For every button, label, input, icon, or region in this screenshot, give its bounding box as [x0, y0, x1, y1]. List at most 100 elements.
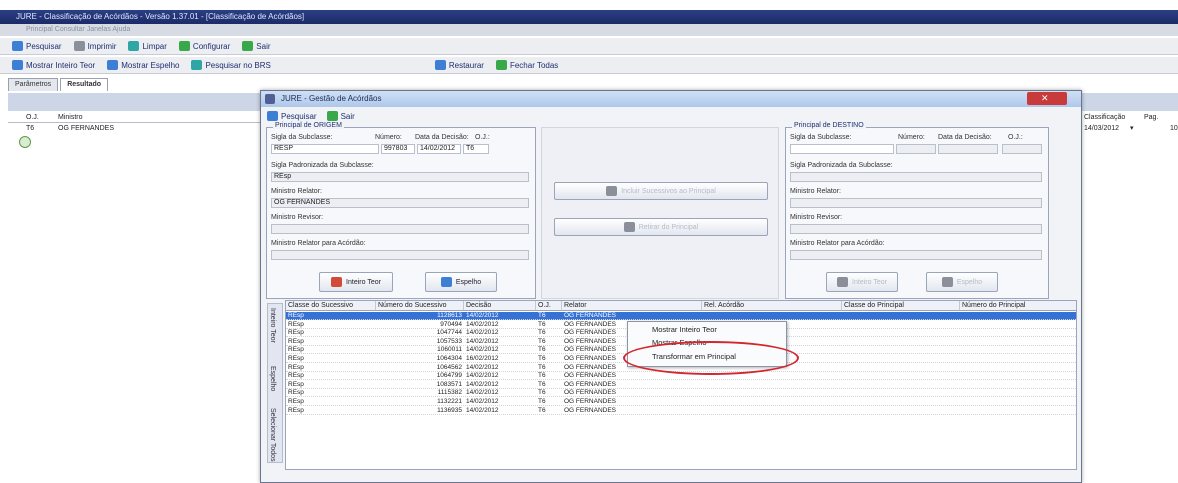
column-pag[interactable]: Pag.	[1144, 113, 1158, 123]
column-numero-sucessivo[interactable]: Número do Sucessivo	[376, 301, 464, 311]
table-row[interactable]: REsp 1115382 14/02/2012 T6 OG FERNANDES	[286, 389, 1076, 398]
cell-relator: OG FERNANDES	[564, 380, 617, 388]
dest-relator-acordao-select[interactable]	[790, 250, 1042, 260]
cell-decisao: 14/02/2012	[466, 329, 499, 337]
table-row[interactable]: REsp 1136935 14/02/2012 T6 OG FERNANDES	[286, 407, 1076, 415]
relator-acordao-select[interactable]	[271, 250, 529, 260]
cell-classe: REsp	[288, 398, 304, 405]
revisor-select[interactable]	[271, 224, 529, 234]
dest-relator-select[interactable]	[790, 198, 1042, 208]
chevron-down-icon[interactable]: ▾	[1130, 124, 1134, 135]
relator-label: Ministro Relator:	[271, 188, 322, 195]
data-field[interactable]: 14/02/2012	[417, 144, 461, 154]
dialog-sair-button[interactable]: Sair	[326, 111, 355, 121]
close-button[interactable]: ✕	[1027, 92, 1067, 105]
gear-icon	[178, 41, 190, 51]
sair-button[interactable]: Sair	[242, 41, 271, 51]
numero-label: Número:	[375, 134, 402, 141]
sigla-select[interactable]: RESP	[271, 144, 379, 154]
table-row[interactable]: REsp 1132221 14/02/2012 T6 OG FERNANDES	[286, 398, 1076, 406]
dest-revisor-select[interactable]	[790, 224, 1042, 234]
table-row[interactable]: REsp 1128613 14/02/2012 T6 OG FERNANDES	[286, 312, 1076, 320]
cell-numero: 1115382	[437, 389, 462, 397]
relator-select[interactable]: OG FERNANDES	[271, 198, 529, 208]
column-rel-acordao[interactable]: Rel. Acórdão	[702, 301, 842, 311]
incluir-sucessivos-button[interactable]: Incluir Sucessivos ao Principal	[554, 182, 768, 200]
cell-decisao: 14/02/2012	[466, 372, 499, 380]
cell-decisao: 14/02/2012	[466, 398, 499, 405]
cell-classe: REsp	[288, 329, 304, 337]
dest-sigla-padronizada-select[interactable]	[790, 172, 1042, 182]
limpar-button[interactable]: Limpar	[128, 41, 167, 51]
fechar-todas-button[interactable]: Fechar Todas	[495, 60, 558, 70]
sigla-padronizada-label: Sigla Padronizada da Subclasse:	[790, 162, 893, 169]
tab-resultado[interactable]: Resultado	[60, 77, 109, 91]
table-row[interactable]: REsp 1083571 14/02/2012 T6 OG FERNANDES	[286, 381, 1076, 389]
sigla-padronizada-select[interactable]: REsp	[271, 172, 529, 182]
cell-decisao: 14/02/2012	[466, 406, 499, 414]
cell-classe: REsp	[288, 337, 304, 345]
dest-sigla-select[interactable]	[790, 144, 894, 154]
mirror-icon	[941, 277, 953, 287]
mostrar-espelho-button[interactable]: Mostrar Espelho	[107, 60, 179, 70]
cell-relator: OG FERNANDES	[564, 312, 617, 319]
cell-numero: 1064562	[436, 363, 462, 371]
revisor-label: Ministro Revisor:	[271, 214, 324, 221]
cell-oj: T6	[538, 346, 546, 354]
tab-parametros[interactable]: Parâmetros	[8, 77, 59, 91]
cell-numero: 1057533	[436, 337, 462, 345]
sigla-label: Sigla da Subclasse:	[271, 134, 333, 141]
column-classe-sucessivo[interactable]: Classe do Sucessivo	[286, 301, 376, 311]
cell-classe: REsp	[288, 346, 304, 354]
dest-inteiro-teor-button[interactable]: Inteiro Teor	[826, 272, 898, 292]
relator-acordao-label: Ministro Relator para Acórdão:	[790, 240, 885, 247]
mostrar-inteiro-teor-button[interactable]: Mostrar Inteiro Teor	[12, 60, 95, 70]
column-classe-principal[interactable]: Classe do Principal	[842, 301, 960, 311]
pesquisar-button[interactable]: Pesquisar	[12, 41, 62, 51]
cell-classe: REsp	[288, 312, 304, 319]
right-grid-row[interactable]: 14/03/2012 ▾ 10	[1082, 124, 1178, 135]
origin-espelho-button[interactable]: Espelho	[425, 272, 497, 292]
dest-oj-field[interactable]	[1002, 144, 1042, 154]
cell-classe: REsp	[288, 372, 304, 380]
side-selecionar-todos-button[interactable]: Selecionar Todos	[269, 408, 276, 462]
cell-oj: T6	[538, 320, 546, 328]
column-classificacao[interactable]: Classificação	[1084, 113, 1125, 123]
configurar-button[interactable]: Configurar	[178, 41, 230, 51]
dest-data-field[interactable]	[938, 144, 998, 154]
close-all-icon	[495, 60, 507, 70]
column-oj[interactable]: O.J.	[536, 301, 562, 311]
side-inteiro-teor-button[interactable]: Inteiro Teor	[269, 308, 276, 343]
pdf-icon	[837, 277, 849, 287]
cell-relator: OG FERNANDES	[564, 389, 617, 397]
dest-espelho-button[interactable]: Espelho	[926, 272, 998, 292]
cell-classe: REsp	[288, 320, 304, 328]
side-espelho-button[interactable]: Espelho	[269, 366, 276, 391]
restaurar-button[interactable]: Restaurar	[434, 60, 484, 70]
menu-item-mostrar-inteiro-teor[interactable]: Mostrar Inteiro Teor	[652, 325, 717, 334]
numero-field[interactable]: 997803	[381, 144, 415, 154]
cell-relator: OG FERNANDES	[564, 406, 617, 414]
pesquisar-brs-button[interactable]: Pesquisar no BRS	[191, 60, 271, 70]
cell-oj: T6	[538, 312, 546, 319]
revisor-label: Ministro Revisor:	[790, 214, 843, 221]
column-decisao[interactable]: Decisão	[464, 301, 536, 311]
retirar-principal-button[interactable]: Retirar do Principal	[554, 218, 768, 236]
column-numero-principal[interactable]: Número do Principal	[960, 301, 1076, 311]
row-expand-icon[interactable]	[19, 136, 31, 148]
imprimir-button[interactable]: Imprimir	[73, 41, 116, 51]
main-menu-bar[interactable]: Principal Consultar Janelas Ajuda	[0, 24, 1178, 36]
column-oj[interactable]: O.J.	[26, 113, 39, 122]
column-ministro[interactable]: Ministro	[58, 113, 83, 122]
cell-relator: OG FERNANDES	[564, 398, 617, 405]
origin-inteiro-teor-button[interactable]: Inteiro Teor	[319, 272, 393, 292]
search-icon	[191, 60, 203, 70]
background-grid-row[interactable]: T6 OG FERNANDES	[8, 124, 262, 135]
dialog-pesquisar-button[interactable]: Pesquisar	[267, 111, 317, 121]
sigla-padronizada-label: Sigla Padronizada da Subclasse:	[271, 162, 374, 169]
column-relator[interactable]: Relator	[562, 301, 702, 311]
cell-pag: 10	[1170, 125, 1178, 132]
cell-oj: T6	[538, 363, 546, 371]
dest-numero-field[interactable]	[896, 144, 936, 154]
oj-field[interactable]: T6	[463, 144, 489, 154]
